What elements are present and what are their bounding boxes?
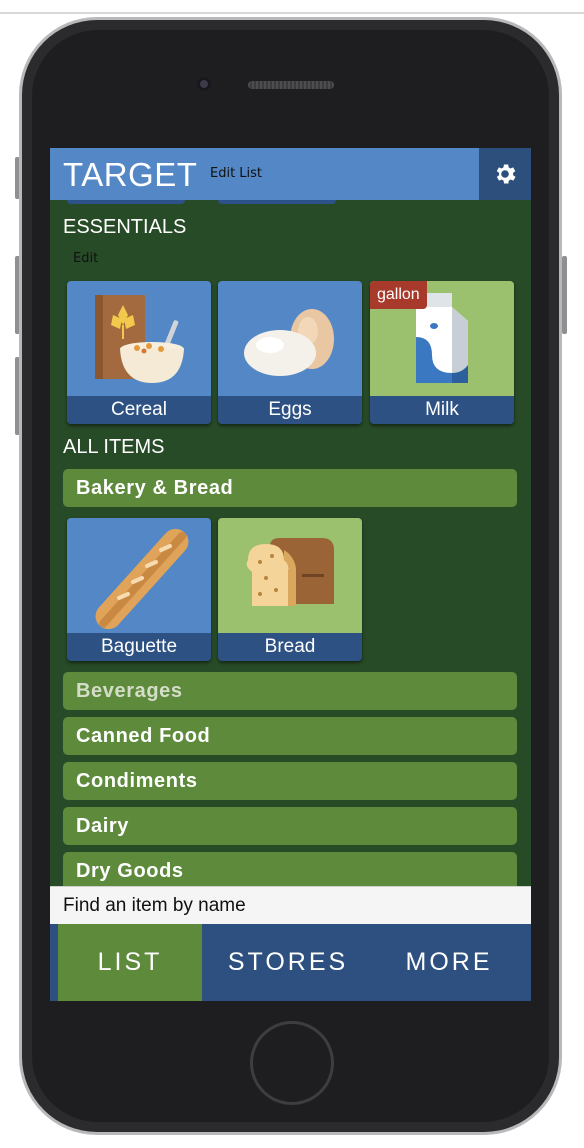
category-bakery-bread[interactable]: Bakery & Bread [63,469,517,507]
earpiece-speaker [248,81,334,89]
power-button [562,256,567,334]
cereal-icon [95,295,184,383]
tile-edge [218,200,336,204]
essentials-edit-link[interactable]: Edit [73,251,98,266]
essentials-heading: ESSENTIALS [63,216,187,238]
item-tile-cereal[interactable]: Cereal [67,281,211,424]
item-tile-bread[interactable]: Bread [218,518,362,661]
item-tile-milk[interactable]: gallon Milk [370,281,514,424]
store-title: TARGET [63,156,198,193]
category-dry-goods[interactable]: Dry Goods [63,852,517,886]
search-input[interactable] [50,887,531,924]
app-screen: TARGET Edit List ESSENTIALS Edit Cereal … [50,148,531,1001]
item-tile-baguette[interactable]: Baguette [67,518,211,661]
item-label: Baguette [67,633,211,661]
category-canned-food[interactable]: Canned Food [63,717,517,755]
item-label: Eggs [218,396,362,424]
tab-stores[interactable]: STORES [208,924,368,1001]
app-header: TARGET Edit List [50,148,531,200]
home-button[interactable] [250,1021,334,1105]
category-condiments[interactable]: Condiments [63,762,517,800]
item-label: Cereal [67,396,211,424]
tile-edge [67,200,185,204]
category-dairy[interactable]: Dairy [63,807,517,845]
category-beverages[interactable]: Beverages [63,672,517,710]
tab-list[interactable]: LIST [58,924,202,1001]
bottom-tab-bar: LIST STORES MORE [50,924,531,1001]
browser-divider [0,12,584,14]
item-tile-eggs[interactable]: Eggs [218,281,362,424]
unit-badge: gallon [370,281,427,309]
bread-icon [246,538,334,606]
edit-list-link[interactable]: Edit List [210,166,262,181]
front-camera [197,77,211,91]
item-label: Bread [218,633,362,661]
eggs-icon [244,309,334,376]
tab-more[interactable]: MORE [374,924,524,1001]
item-label: Milk [370,396,514,424]
all-items-heading: ALL ITEMS [63,436,165,458]
search-bar [50,886,531,924]
gear-icon [496,164,516,184]
settings-button[interactable] [479,148,531,200]
list-scroll-area[interactable]: ESSENTIALS Edit Cereal Eggs gallon Milk … [50,200,531,886]
baguette-icon [95,528,189,630]
